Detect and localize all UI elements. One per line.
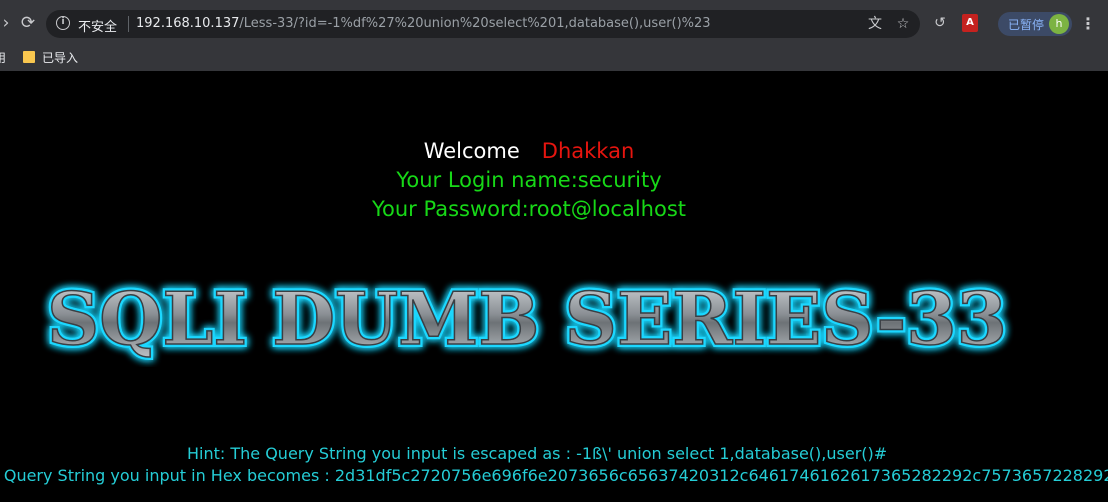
password-line: Your Password:root@localhost: [371, 197, 687, 221]
paused-label: 已暂停: [1008, 18, 1045, 32]
page-content: Welcome Dhakkan Your Login name:security …: [0, 71, 1108, 502]
reload-icon[interactable]: ⟳: [16, 11, 40, 35]
pdf-extension-icon[interactable]: A: [962, 14, 978, 32]
info-icon[interactable]: i: [56, 16, 70, 30]
bookmark-apps[interactable]: 用: [0, 49, 6, 66]
user-name: Dhakkan: [541, 139, 635, 163]
more-menu-icon[interactable]: ⋮: [1080, 12, 1096, 36]
bookmark-imported[interactable]: 已导入: [42, 49, 78, 66]
history-icon[interactable]: ↺: [930, 13, 950, 33]
bookmark-star-icon[interactable]: ☆: [894, 15, 912, 33]
address-separator: [128, 16, 129, 32]
url-text[interactable]: 192.168.10.137/Less-33/?id=-1%df%27%20un…: [136, 16, 711, 31]
hint-line: Hint: The Query String you input is esca…: [187, 444, 888, 463]
address-bar[interactable]: i 不安全 192.168.10.137/Less-33/?id=-1%df%2…: [46, 10, 920, 38]
url-path: /Less-33/?id=-1%df%27%20union%20select%2…: [239, 16, 711, 31]
avatar: h: [1049, 14, 1069, 34]
bookmarks-bar: 用 已导入: [0, 46, 1108, 71]
series-banner: SQLI DUMB SERIES-33 SQLI DUMB SERIES-33: [44, 273, 1010, 364]
hex-line: The Query String you input in Hex become…: [0, 466, 1108, 485]
folder-icon: [23, 51, 35, 63]
url-host: 192.168.10.137: [136, 16, 240, 31]
banner-text: SQLI DUMB SERIES-33: [47, 276, 1007, 361]
login-name-line: Your Login name:security: [396, 168, 662, 192]
browser-chrome: › ⟳ i 不安全 192.168.10.137/Less-33/?id=-1%…: [0, 0, 1108, 71]
browser-toolbar: › ⟳ i 不安全 192.168.10.137/Less-33/?id=-1%…: [0, 0, 1108, 46]
translate-icon[interactable]: 文: [866, 15, 884, 33]
welcome-label: Welcome: [423, 139, 520, 163]
welcome-line: Welcome Dhakkan: [0, 139, 1083, 163]
insecure-label: 不安全: [78, 20, 118, 35]
profile-paused-button[interactable]: 已暂停 h: [998, 12, 1072, 36]
